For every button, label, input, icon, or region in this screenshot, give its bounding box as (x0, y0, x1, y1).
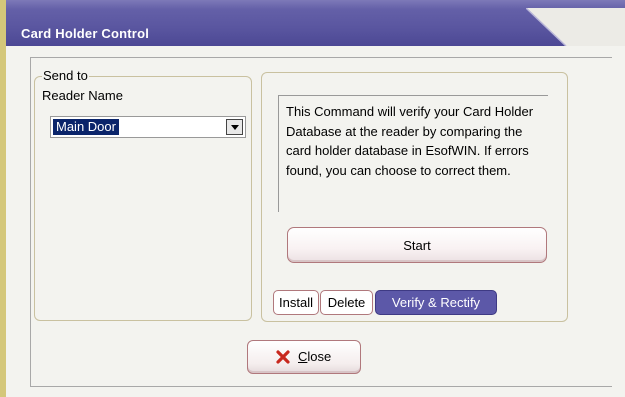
tab-install[interactable]: Install (273, 290, 319, 315)
close-label-accelerator: C (298, 349, 308, 364)
send-to-group (34, 76, 252, 321)
title-bar-tab-decoration (526, 8, 625, 46)
close-button[interactable]: Close (247, 340, 361, 374)
window: Card Holder Control Send to Reader Name … (0, 0, 625, 397)
send-to-group-label: Send to (42, 68, 89, 83)
reader-name-dropdown-button[interactable] (226, 119, 243, 135)
close-button-label: Close (298, 349, 331, 364)
tab-verify-rectify[interactable]: Verify & Rectify (375, 290, 497, 315)
command-description: This Command will verify your Card Holde… (286, 104, 534, 178)
chevron-down-icon (231, 125, 239, 130)
tab-delete[interactable]: Delete (320, 290, 373, 315)
window-title: Card Holder Control (21, 26, 150, 41)
title-bar[interactable]: Card Holder Control (6, 0, 625, 46)
start-button[interactable]: Start (287, 227, 547, 263)
window-right-margin (612, 46, 625, 397)
reader-name-label: Reader Name (42, 88, 123, 103)
x-mark-icon (276, 350, 290, 364)
close-label-rest: lose (307, 349, 332, 364)
reader-name-selected-value: Main Door (53, 119, 119, 135)
reader-name-select[interactable]: Main Door (50, 116, 246, 138)
